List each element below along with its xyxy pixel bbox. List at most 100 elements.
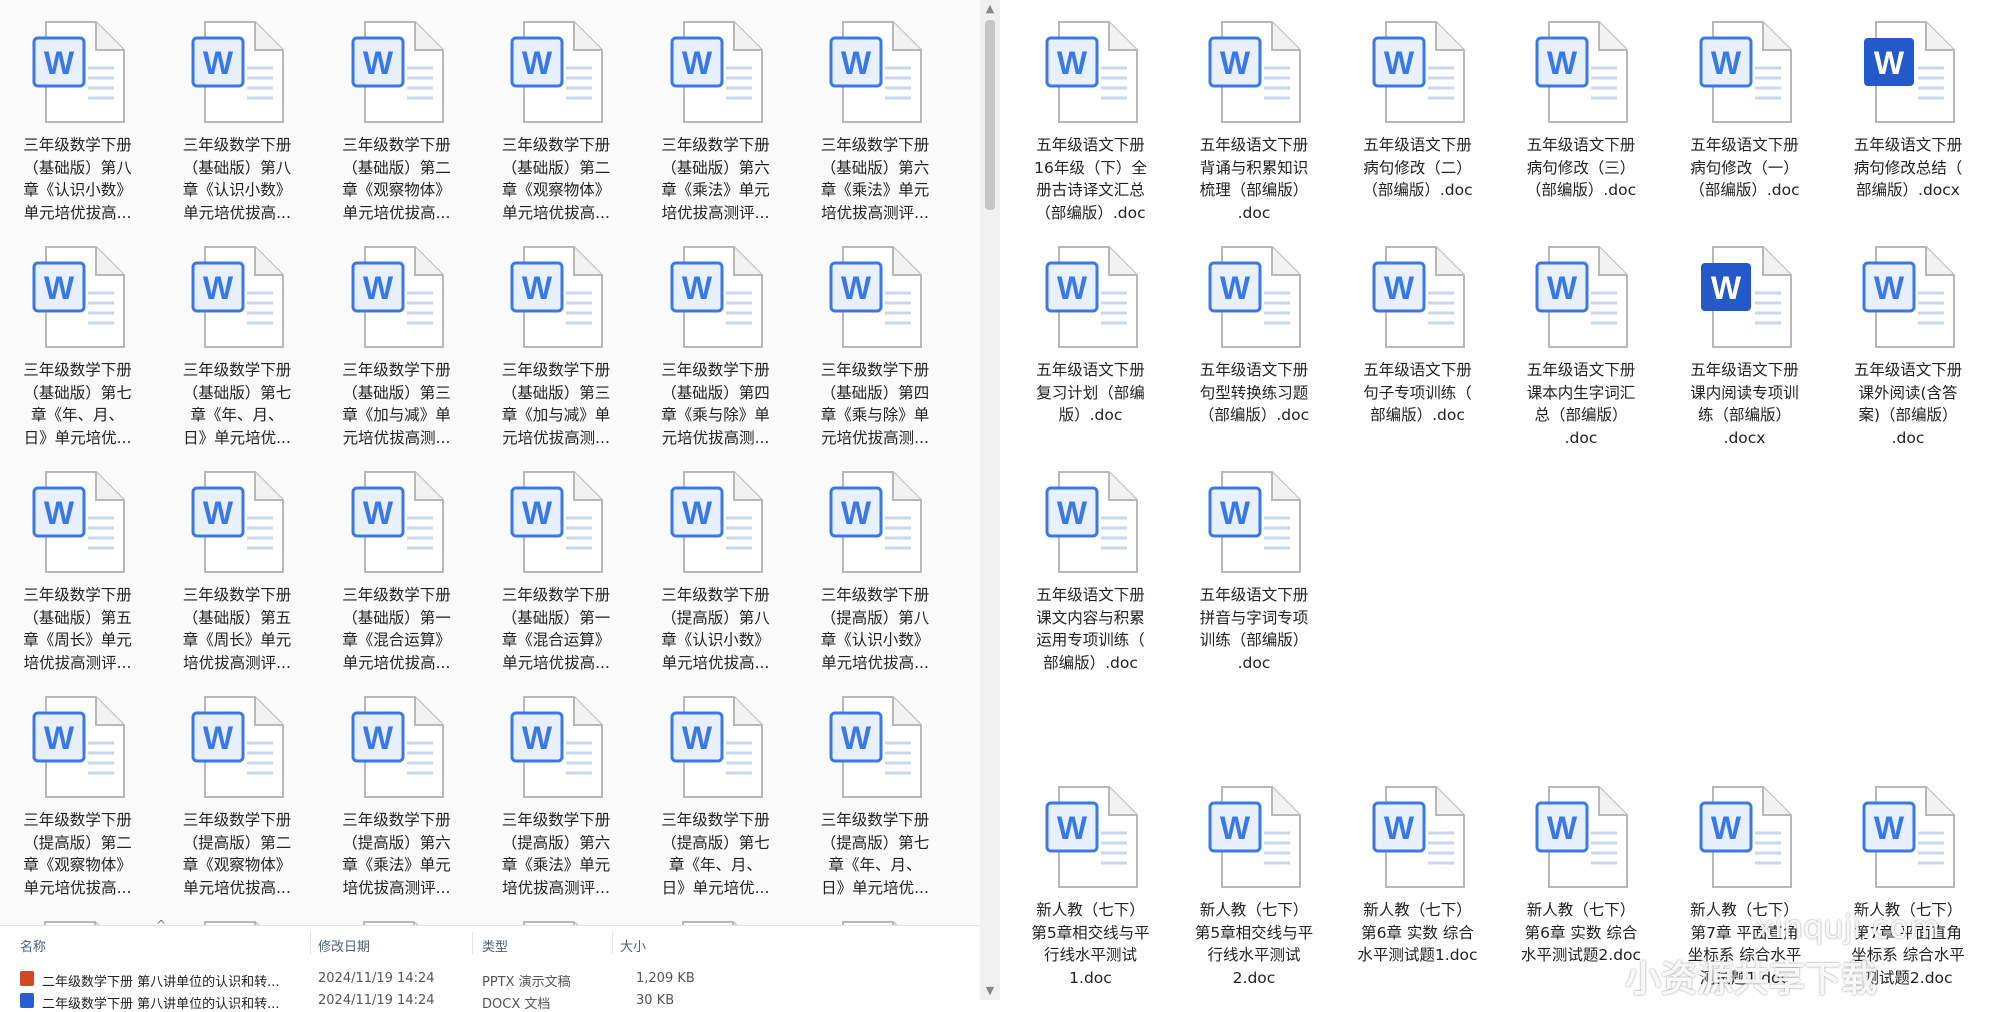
- file-item[interactable]: W 三年级数学下册 （提高版）第七 章《年、月、 日》单元培优...: [638, 675, 793, 899]
- file-item[interactable]: W 五年级语文下册 病句修改（三） （部编版）.doc: [1504, 0, 1659, 202]
- file-item[interactable]: W 新人教（七下） 第5章相交线与平 行线水平测试 1.doc: [1013, 765, 1168, 989]
- file-item[interactable]: W 三年级数学下册 （基础版）第二 章《观察物体》 单元培优拔高...: [479, 0, 634, 224]
- column-divider[interactable]: [612, 932, 613, 954]
- file-item[interactable]: W 三年级数学下册 （提高版）第二 章《观察物体》 单元培优拔高...: [0, 675, 155, 899]
- file-item[interactable]: W 三年级数学下册 （提高版）第二 章《观察物体》 单元培优拔高...: [160, 675, 315, 899]
- scroll-down-arrow-icon[interactable]: ▼: [984, 984, 996, 998]
- file-name-line: 总（部编版）: [1534, 406, 1628, 424]
- column-header-type[interactable]: 类型: [482, 936, 508, 955]
- svg-text:W: W: [1220, 495, 1251, 531]
- table-row[interactable]: 二年级数学下册 第八讲单位的认识和转... 2024/11/19 14:24 P…: [0, 968, 980, 990]
- file-name-line: 章《乘法》单元: [661, 181, 770, 199]
- file-item[interactable]: W 三年级数学下册 （提高版）第六 章《乘法》单元 培优拔高测评...: [479, 675, 634, 899]
- column-header-modified[interactable]: 修改日期: [318, 936, 370, 955]
- file-item[interactable]: W 三年级数学下册 （提高版）第八 章《认识小数》 单元培优拔高...: [798, 450, 953, 674]
- file-item[interactable]: W 五年级语文下册 课内阅读专项训 练（部编版） .docx: [1667, 225, 1822, 449]
- file-name-line: 培优拔高测评...: [821, 203, 929, 222]
- file-name-line: 章《认识小数》: [182, 181, 292, 199]
- row-modified: 2024/11/19 14:24: [318, 993, 435, 1008]
- svg-text:W: W: [1710, 270, 1741, 306]
- file-name-line: 章《乘与除》单: [661, 406, 770, 424]
- file-name-line: 单元培优拔高...: [23, 878, 132, 897]
- row-modified: 2024/11/19 14:24: [318, 971, 435, 986]
- file-name-line: 三年级数学下册: [661, 361, 770, 379]
- file-item[interactable]: W 五年级语文下册 背诵与积累知识 梳理（部编版） .doc: [1177, 0, 1332, 224]
- file-item[interactable]: W 五年级语文下册 复习计划（部编 版）.doc: [1013, 225, 1168, 427]
- file-item[interactable]: W 五年级语文下册 句子专项训练（ 部编版）.doc: [1340, 225, 1495, 427]
- file-item[interactable]: W 五年级语文下册 病句修改总结（ 部编版）.docx: [1831, 0, 1986, 202]
- left-pane-scrollbar[interactable]: ▲ ▼: [980, 0, 1000, 1000]
- column-header-size[interactable]: 大小: [620, 936, 646, 955]
- file-name-line: 三年级数学下册: [501, 136, 611, 154]
- file-item[interactable]: W 三年级数学下册 （基础版）第五 章《周长》单元 培优拔高测评...: [0, 450, 155, 674]
- file-item[interactable]: W 五年级语文下册 16年级（下）全 册古诗译文汇总 （部编版）.doc: [1013, 0, 1168, 224]
- column-header-name[interactable]: 名称: [20, 936, 46, 955]
- file-item[interactable]: W 五年级语文下册 病句修改（一） （部编版）.doc: [1667, 0, 1822, 202]
- word-document-icon: W: [1041, 783, 1141, 893]
- file-item[interactable]: W 三年级数学下册 （基础版）第七 章《年、月、 日》单元培优...: [0, 225, 155, 449]
- file-item[interactable]: W 三年级数学下册 （基础版）第四 章《乘与除》单 元培优拔高测...: [798, 225, 953, 449]
- file-item[interactable]: W 三年级数学下册 （基础版）第三 章《加与减》单 元培优拔高测...: [319, 225, 474, 449]
- file-item[interactable]: W 五年级语文下册 课本内生字词汇 总（部编版） .doc: [1504, 225, 1659, 449]
- file-item[interactable]: W 三年级数学下册 （提高版）第七 章《年、月、 日》单元培优...: [798, 675, 953, 899]
- file-name-line: 练（部编版）: [1697, 406, 1791, 424]
- file-name-line: 三年级数学下册: [661, 586, 770, 604]
- file-name-line: 复习计划（部编: [1036, 383, 1145, 402]
- file-name-line: 行线水平测试: [1043, 946, 1137, 964]
- file-name: 三年级数学下册 （基础版）第五 章《周长》单元 培优拔高测评...: [0, 584, 155, 674]
- word-document-icon: W: [825, 693, 925, 803]
- file-item[interactable]: W 新人教（七下） 第5章相交线与平 行线水平测试 2.doc: [1177, 765, 1332, 989]
- file-item[interactable]: W 五年级语文下册 课文内容与积累 运用专项训练（ 部编版）.doc: [1013, 450, 1168, 674]
- word-document-icon: W: [1531, 783, 1631, 893]
- file-item[interactable]: W 三年级数学下册 （基础版）第四 章《乘与除》单 元培优拔高测...: [638, 225, 793, 449]
- file-item[interactable]: W 新人教（七下） 第6章 实数 综合 水平测试题1.doc: [1340, 765, 1495, 967]
- file-item[interactable]: W 三年级数学下册 （提高版）第八 章《认识小数》 单元培优拔高...: [638, 450, 793, 674]
- svg-text:W: W: [681, 270, 712, 306]
- file-name-line: （基础版）第三: [501, 383, 611, 402]
- column-divider[interactable]: [472, 932, 473, 954]
- file-name: 三年级数学下册 （提高版）第七 章《年、月、 日》单元培优...: [638, 809, 793, 899]
- svg-text:W: W: [1383, 270, 1414, 306]
- scrollbar-thumb[interactable]: [985, 20, 995, 210]
- word-document-icon: W: [347, 693, 447, 803]
- file-item[interactable]: W 五年级语文下册 句型转换练习题 （部编版）.doc: [1177, 225, 1332, 427]
- file-name-line: 新人教（七下）: [1036, 901, 1145, 919]
- file-item[interactable]: W 三年级数学下册 （基础版）第六 章《乘法》单元 培优拔高测评...: [638, 0, 793, 224]
- file-name-line: （提高版）第八: [820, 608, 930, 627]
- file-item[interactable]: W 五年级语文下册 病句修改（二） （部编版）.doc: [1340, 0, 1495, 202]
- file-item[interactable]: W 新人教（七下） 第6章 实数 综合 水平测试题2.doc: [1504, 765, 1659, 967]
- file-item[interactable]: W 三年级数学下册 （基础版）第五 章《周长》单元 培优拔高测评...: [160, 450, 315, 674]
- file-item[interactable]: W 三年级数学下册 （基础版）第三 章《加与减》单 元培优拔高测...: [479, 225, 634, 449]
- file-item[interactable]: W 五年级语文下册 拼音与字词专项 训练（部编版） .doc: [1177, 450, 1332, 674]
- watermark-text: 小资源共享下载: [1625, 959, 1878, 1000]
- column-divider[interactable]: [310, 932, 311, 954]
- file-name-line: 章《混合运算》: [342, 631, 451, 649]
- file-name-line: （部编版）.doc: [1198, 406, 1310, 424]
- word-document-icon: W: [1041, 468, 1141, 578]
- file-name: 五年级语文下册 病句修改（二） （部编版）.doc: [1340, 134, 1495, 202]
- file-item[interactable]: W 三年级数学下册 （基础版）第六 章《乘法》单元 培优拔高测评...: [798, 0, 953, 224]
- file-name-line: 1.doc: [1069, 968, 1112, 987]
- table-row[interactable]: 二年级数学下册 第八讲单位的认识和转... 2024/11/19 14:24 D…: [0, 990, 980, 1012]
- file-item[interactable]: W 三年级数学下册 （基础版）第二 章《观察物体》 单元培优拔高...: [319, 0, 474, 224]
- file-item[interactable]: W 三年级数学下册 （基础版）第一 章《混合运算》 单元培优拔高...: [479, 450, 634, 674]
- file-name-line: （基础版）第二: [501, 158, 611, 177]
- file-name-line: 三年级数学下册: [23, 811, 132, 829]
- file-item[interactable]: W 五年级语文下册 课外阅读(含答 案)（部编版） .doc: [1831, 225, 1986, 449]
- file-name-line: （提高版）第二: [23, 833, 132, 852]
- file-name-line: 单元培优拔高...: [183, 878, 291, 897]
- word-document-icon: W: [1531, 243, 1631, 353]
- scroll-up-arrow-icon[interactable]: ▲: [984, 2, 996, 16]
- svg-text:W: W: [1710, 45, 1741, 81]
- file-name-line: （基础版）第五: [23, 608, 132, 627]
- file-item[interactable]: W 三年级数学下册 （基础版）第一 章《混合运算》 单元培优拔高...: [319, 450, 474, 674]
- word-document-icon: W: [28, 693, 128, 803]
- row-size: 1,209 KB: [636, 971, 695, 986]
- file-item[interactable]: W 三年级数学下册 （基础版）第七 章《年、月、 日》单元培优...: [160, 225, 315, 449]
- file-item[interactable]: W 三年级数学下册 （基础版）第八 章《认识小数》 单元培优拔高...: [160, 0, 315, 224]
- file-name-line: 元培优拔高测...: [821, 428, 929, 447]
- file-item[interactable]: W 三年级数学下册 （提高版）第六 章《乘法》单元 培优拔高测评...: [319, 675, 474, 899]
- details-view: 名称 修改日期 类型 大小 二年级数学下册 第八讲单位的认识和转... 2024…: [0, 925, 980, 1012]
- file-item[interactable]: W 三年级数学下册 （基础版）第八 章《认识小数》 单元培优拔高...: [0, 0, 155, 224]
- file-name-line: 章《认识小数》: [23, 181, 132, 199]
